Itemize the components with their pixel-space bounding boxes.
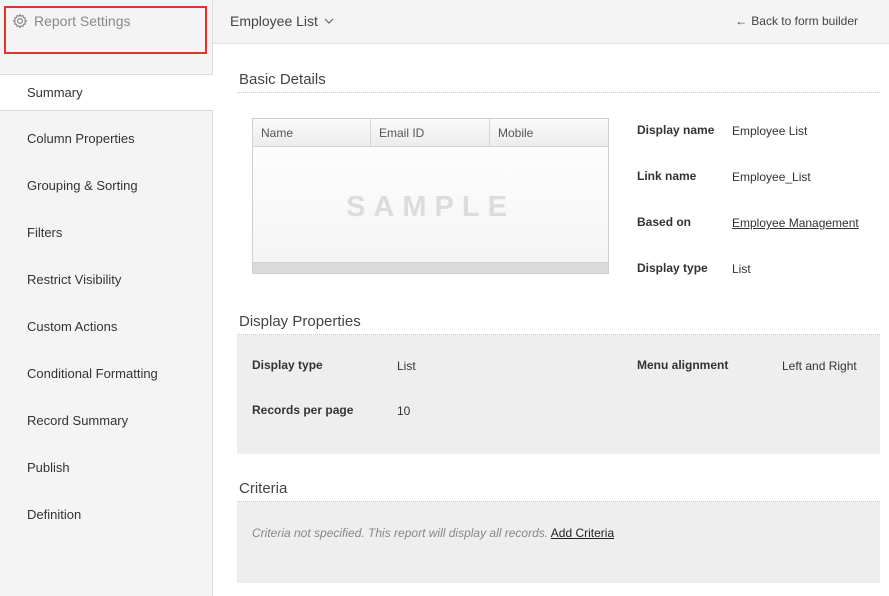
preview-footer [253, 262, 608, 273]
sidebar: Report Settings Summary Column Propertie… [0, 0, 213, 596]
preview-watermark: SAMPLE [346, 191, 515, 223]
sidebar-item-definition[interactable]: Definition [0, 497, 213, 544]
sidebar-item-restrict-visibility[interactable]: Restrict Visibility [0, 262, 213, 309]
display-name-value: Employee List [732, 124, 808, 138]
display-properties-title: Display Properties [239, 313, 361, 330]
chevron-down-icon [324, 18, 334, 24]
display-properties-panel [237, 335, 880, 454]
arrow-left-icon: ← [735, 14, 748, 28]
menu-alignment-value: Left and Right [782, 359, 857, 373]
preview-column-email: Email ID [371, 119, 490, 146]
display-type-label: Display type [637, 261, 708, 275]
criteria-row: Criteria not specified. This report will… [252, 526, 614, 540]
criteria-panel [237, 502, 880, 583]
sidebar-item-custom-actions[interactable]: Custom Actions [0, 309, 213, 356]
sidebar-nav: Summary Column Properties Grouping & Sor… [0, 74, 213, 544]
based-on-link[interactable]: Employee Management [732, 216, 859, 230]
preview-column-mobile: Mobile [498, 126, 534, 140]
preview-column-name: Name [253, 119, 371, 146]
sidebar-item-conditional-formatting[interactable]: Conditional Formatting [0, 356, 213, 403]
back-link-label: Back to form builder [751, 14, 858, 28]
link-name-value: Employee_List [732, 170, 811, 184]
report-selector[interactable]: Employee List [230, 13, 334, 29]
top-bar: Employee List ← Back to form builder [213, 0, 889, 44]
sidebar-item-column-properties[interactable]: Column Properties [0, 121, 213, 168]
report-settings[interactable]: Report Settings [12, 13, 131, 29]
report-preview: Name Email ID Mobile SAMPLE [252, 118, 609, 274]
gear-icon [12, 13, 28, 29]
dp-display-type-label: Display type [252, 358, 323, 372]
based-on-label: Based on [637, 215, 692, 229]
sidebar-item-summary[interactable]: Summary [0, 74, 213, 111]
sidebar-item-record-summary[interactable]: Record Summary [0, 403, 213, 450]
dp-display-type-value: List [397, 359, 416, 373]
basic-details-divider [237, 92, 880, 93]
back-to-form-builder-link[interactable]: ← Back to form builder [735, 14, 858, 28]
records-per-page-label: Records per page [252, 403, 354, 417]
report-settings-label: Report Settings [34, 13, 131, 29]
add-criteria-link[interactable]: Add Criteria [551, 526, 614, 540]
sidebar-item-publish[interactable]: Publish [0, 450, 213, 497]
display-type-value: List [732, 262, 751, 276]
criteria-message: Criteria not specified. This report will… [252, 526, 549, 540]
sidebar-item-grouping-sorting[interactable]: Grouping & Sorting [0, 168, 213, 215]
link-name-label: Link name [637, 169, 697, 183]
records-per-page-value: 10 [397, 404, 411, 418]
menu-alignment-label: Menu alignment [637, 358, 729, 372]
preview-header: Name Email ID Mobile [253, 119, 608, 147]
criteria-title: Criteria [239, 480, 288, 497]
report-name: Employee List [230, 13, 318, 29]
sidebar-header: Report Settings [0, 0, 213, 74]
sidebar-item-filters[interactable]: Filters [0, 215, 213, 262]
basic-details-title: Basic Details [239, 71, 326, 88]
display-name-label: Display name [637, 123, 715, 137]
